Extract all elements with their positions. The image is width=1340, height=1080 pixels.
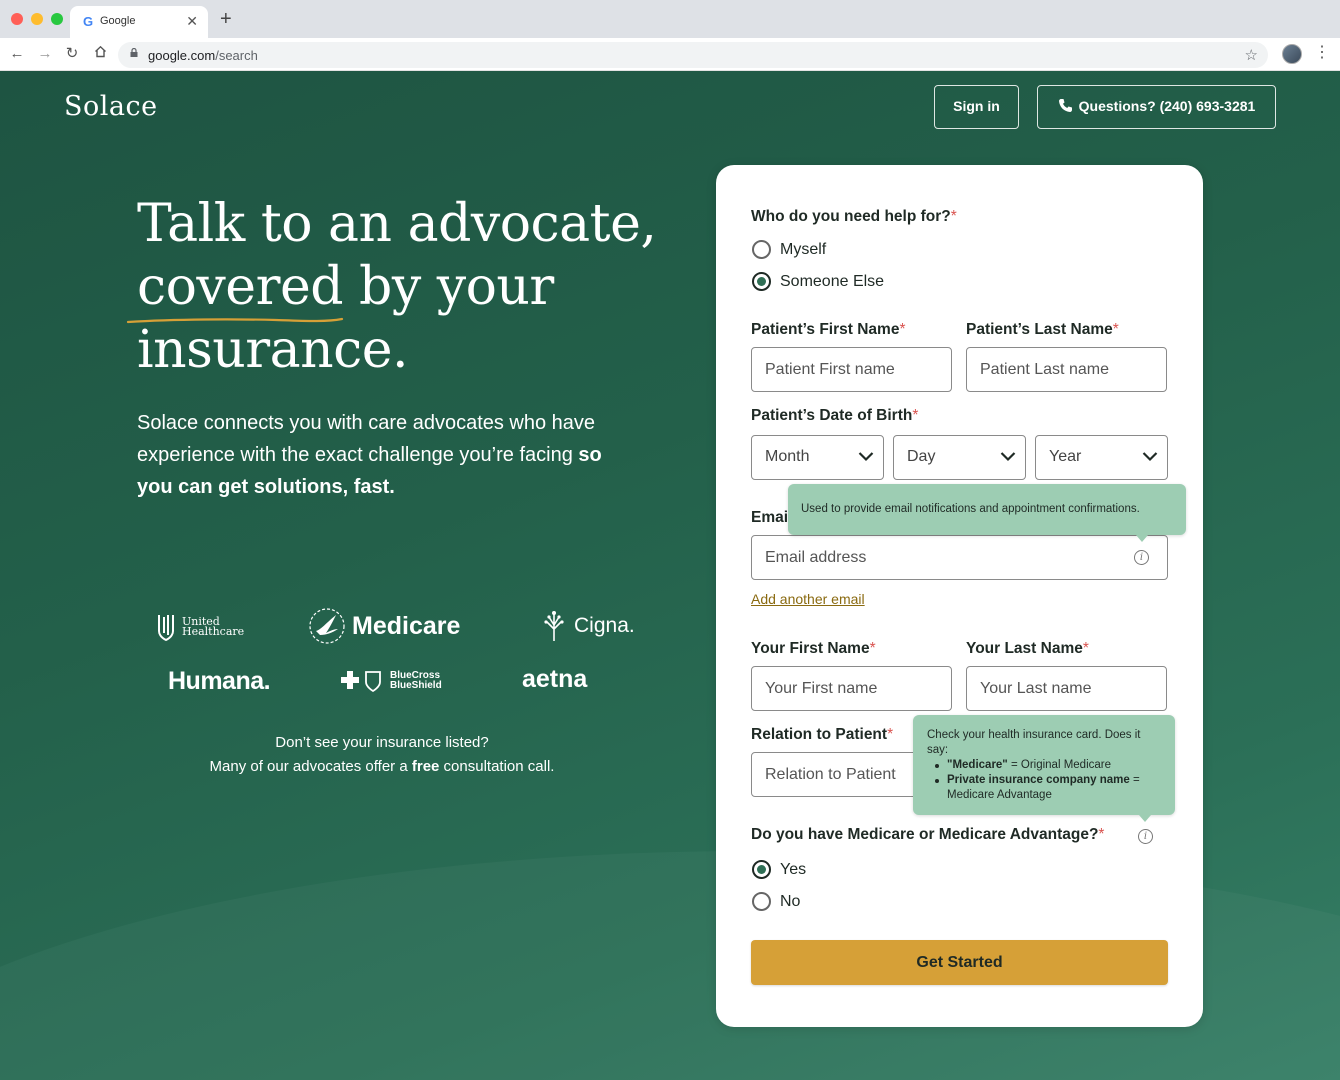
forward-icon[interactable]: →	[36, 45, 54, 63]
patient-first-name-label: Patient’s First Name*	[751, 321, 906, 338]
medicare-question-label: Do you have Medicare or Medicare Advanta…	[751, 826, 1105, 843]
patient-last-name-input[interactable]	[966, 347, 1167, 392]
medicare-eagle-icon	[309, 608, 345, 644]
lock-icon	[130, 48, 138, 57]
radio-medicare-no[interactable]: No	[752, 892, 800, 911]
email-info-icon[interactable]: i	[1134, 550, 1149, 565]
patient-last-name-label: Patient’s Last Name*	[966, 321, 1119, 338]
chevron-down-icon	[1000, 452, 1016, 462]
chevron-down-icon	[1142, 452, 1158, 462]
radio-someone-else[interactable]: Someone Else	[752, 272, 884, 291]
medicare-info-icon[interactable]: i	[1138, 829, 1153, 844]
tooltip-list-item: Private insurance company name = Medicar…	[935, 773, 1161, 803]
address-bar[interactable]: google.com/search ☆	[118, 42, 1268, 68]
dob-label: Patient’s Date of Birth*	[751, 407, 919, 424]
your-last-name-input[interactable]	[966, 666, 1167, 711]
radio-myself[interactable]: Myself	[752, 240, 826, 259]
chevron-down-icon	[858, 452, 874, 462]
dob-day-select[interactable]: Day	[893, 435, 1026, 480]
hero-headline: Talk to an advocate, covered by your ins…	[137, 194, 657, 380]
browser-toolbar: ← → ↻ google.com/search ☆	[0, 38, 1340, 71]
relation-label: Relation to Patient*	[751, 726, 894, 743]
url-text: google.com/search	[148, 48, 258, 63]
minimize-window-button[interactable]	[31, 13, 43, 25]
patient-first-name-input[interactable]	[751, 347, 952, 392]
aetna-logo: aetna	[522, 665, 588, 693]
bookmark-star-icon[interactable]: ☆	[1245, 46, 1258, 64]
hero-subtext: Solace connects you with care advocates …	[137, 412, 602, 498]
humana-logo: Humana.	[168, 667, 271, 695]
maximize-window-button[interactable]	[51, 13, 63, 25]
tooltip-list-item: "Medicare" = Original Medicare	[935, 758, 1161, 773]
add-another-email-link[interactable]: Add another email	[751, 591, 865, 607]
your-first-name-input[interactable]	[751, 666, 952, 711]
menu-dots-icon[interactable]: ⋮	[1314, 44, 1330, 62]
dob-year-select[interactable]: Year	[1035, 435, 1168, 480]
cigna-logo: Cigna.	[540, 609, 635, 643]
insurance-note: Don’t see your insurance listed? Many of…	[209, 734, 555, 775]
tab-close-icon[interactable]: ✕	[186, 13, 198, 30]
bcbs-logo: BlueCross BlueShield	[340, 669, 442, 693]
back-icon[interactable]: ←	[8, 45, 26, 63]
medicare-logo: Medicare	[308, 607, 460, 645]
phone-label: Questions? (240) 693-3281	[1078, 98, 1256, 114]
radio-button-selected[interactable]	[752, 860, 771, 879]
phone-icon	[1058, 99, 1072, 112]
united-healthcare-logo: United Healthcare	[156, 613, 244, 641]
radio-medicare-yes[interactable]: Yes	[752, 860, 806, 879]
get-started-button[interactable]: Get Started	[751, 940, 1168, 985]
browser-tab[interactable]: G Google ✕	[70, 6, 208, 38]
tab-title: Google	[100, 15, 136, 27]
reload-icon[interactable]: ↻	[63, 45, 81, 63]
radio-button[interactable]	[752, 240, 771, 259]
solace-logo[interactable]: Solace	[64, 91, 158, 122]
headline-underline-decoration	[126, 317, 344, 324]
email-tooltip: Used to provide email notifications and …	[788, 484, 1186, 542]
insurer-logos: United Healthcare Medicare Cigna. Humana.…	[150, 601, 650, 711]
profile-avatar[interactable]	[1282, 44, 1302, 64]
cigna-tree-icon	[544, 611, 564, 641]
close-window-button[interactable]	[11, 13, 23, 25]
who-label: Who do you need help for?*	[751, 208, 957, 225]
your-last-name-label: Your Last Name*	[966, 640, 1089, 657]
radio-button[interactable]	[752, 892, 771, 911]
google-favicon-icon: G	[82, 14, 94, 29]
sign-in-button[interactable]: Sign in	[934, 85, 1019, 129]
radio-button-selected[interactable]	[752, 272, 771, 291]
email-label: Email	[751, 509, 793, 526]
home-icon[interactable]	[91, 45, 109, 63]
new-tab-button[interactable]: +	[220, 9, 232, 29]
bcbs-cross-shield-icon	[341, 671, 381, 693]
browser-chrome: G Google ✕ + ← → ↻ google.com/search ☆ ⋮	[0, 0, 1340, 71]
medicare-tooltip: Check your health insurance card. Does i…	[913, 715, 1175, 822]
email-input[interactable]	[751, 535, 1168, 580]
phone-button[interactable]: Questions? (240) 693-3281	[1037, 85, 1276, 129]
dob-month-select[interactable]: Month	[751, 435, 884, 480]
uhc-shield-icon	[158, 615, 174, 641]
your-first-name-label: Your First Name*	[751, 640, 876, 657]
